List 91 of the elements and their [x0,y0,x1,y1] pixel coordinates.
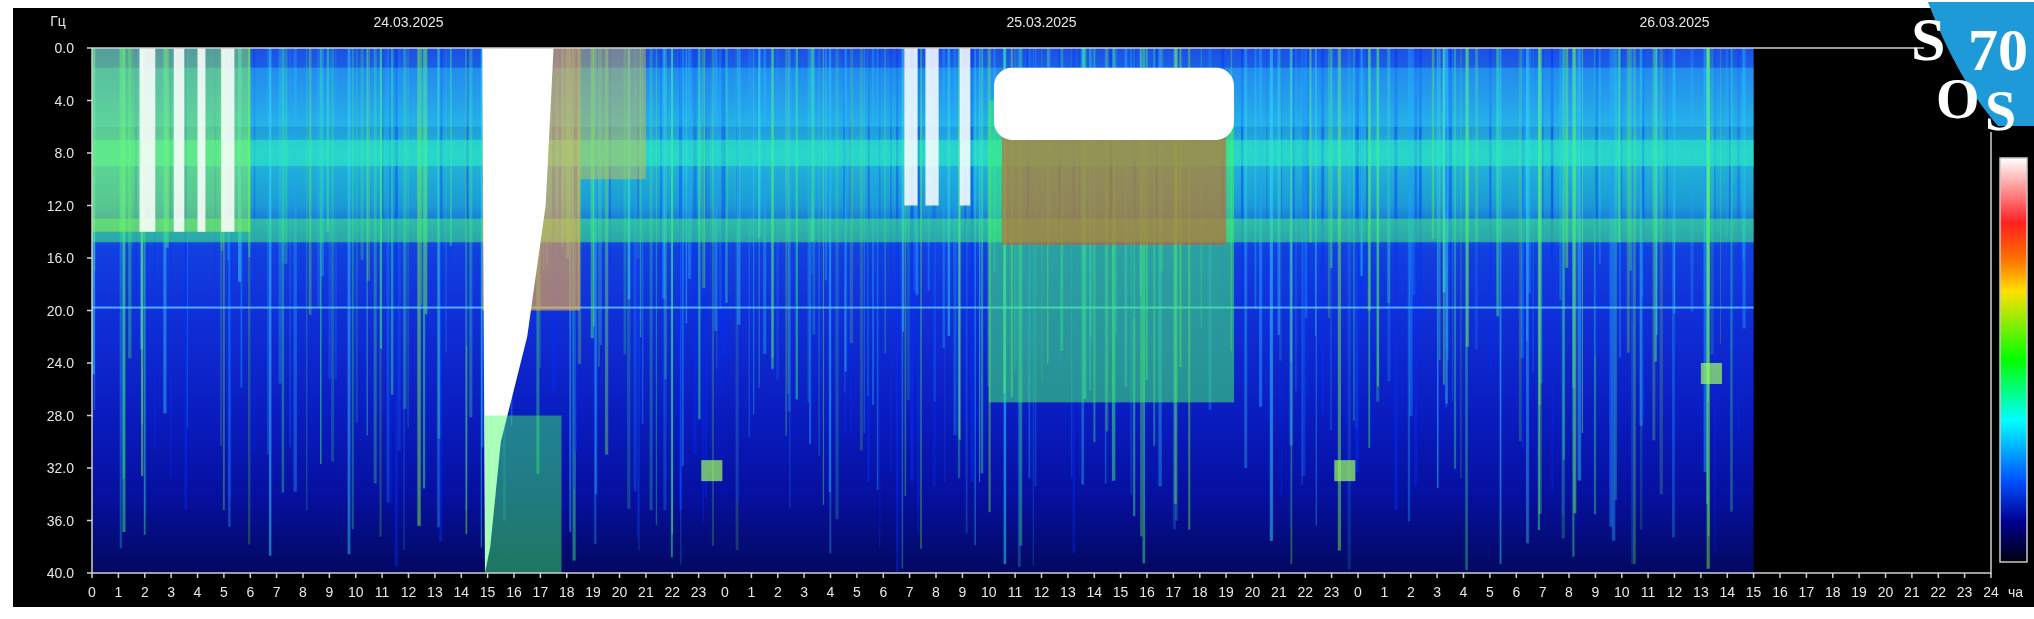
x-axis-label: 17 [1798,584,1815,600]
x-axis-label: 7 [1538,584,1547,600]
x-axis-label: 13 [1060,584,1076,600]
x-axis-label: 0 [88,584,96,600]
x-axis-label: 18 [1825,584,1841,600]
x-axis-label: 23 [1956,584,1973,600]
x-axis-label: 15 [1112,584,1129,600]
x-axis-label: 8 [299,584,307,600]
x-axis-label: 4 [826,584,835,600]
date-label: 25.03.2025 [1006,14,1077,30]
date-label: 24.03.2025 [373,14,444,30]
x-axis-label: 23 [1323,584,1340,600]
x-axis-label: 22 [1930,584,1947,600]
x-axis-label: 16 [1772,584,1788,600]
y-axis-label: 4.0 [54,92,74,109]
x-axis-label: 18 [1192,584,1208,600]
x-axis-label: 16 [1139,584,1155,600]
x-axis-label: 9 [1591,584,1600,600]
x-axis-label: 2 [1406,584,1415,600]
x-axis-label: 20 [1244,584,1261,600]
logo-text: S [1911,5,1946,73]
x-axis-label: 5 [1486,584,1494,600]
x-axis-label: 14 [1086,584,1103,600]
x-axis-label: 13 [1693,584,1709,600]
y-axis-label: 16.0 [46,250,74,266]
x-axis-label: 12 [1666,584,1683,600]
x-axis-label: 15 [1745,584,1762,600]
y-axis-unit: Гц [50,13,66,29]
x-axis-label: 10 [348,584,364,600]
x-axis-label: 19 [1218,584,1234,600]
y-axis-label: 0.0 [54,40,74,56]
x-axis-label: 5 [853,584,861,600]
x-axis-label: 24 [1983,584,1999,600]
x-axis-label: 6 [1512,584,1521,600]
x-axis-label: 3 [167,584,175,600]
x-axis-label: 8 [1565,584,1573,600]
x-axis-label: 22 [1297,584,1314,600]
x-axis-label: 1 [114,584,123,600]
x-axis-label: 18 [559,584,575,600]
x-axis-label: 21 [1271,584,1287,600]
date-label: 26.03.2025 [1639,14,1710,30]
x-axis-label: 0 [1354,584,1362,600]
x-axis-label: 2 [140,584,149,600]
x-axis-label: 7 [272,584,281,600]
x-axis-label: 1 [747,584,756,600]
x-axis-label: 10 [981,584,997,600]
x-axis-label: 13 [427,584,443,600]
x-axis-label: 9 [958,584,967,600]
x-axis-label: 4 [1459,584,1468,600]
x-axis-label: 6 [246,584,255,600]
x-axis-label: 6 [879,584,888,600]
y-axis-label: 36.0 [46,512,74,529]
x-axis-label: 2 [773,584,782,600]
x-axis-label: 1 [1380,584,1389,600]
y-axis-label: 28.0 [46,407,74,424]
x-axis-label: 15 [479,584,496,600]
y-axis-label: 8.0 [54,145,74,161]
x-axis-label: 20 [611,584,628,600]
y-axis-label: 24.0 [46,355,74,371]
x-axis-label: 11 [1007,584,1023,600]
y-axis-label: 40.0 [46,565,74,581]
x-axis-label: 20 [1877,584,1894,600]
x-axis-label: 4 [193,584,202,600]
x-axis-label: 21 [638,584,654,600]
x-axis-label: 12 [400,584,417,600]
x-axis-label: 17 [532,584,549,600]
x-axis-label: 19 [1851,584,1867,600]
x-axis-unit: ча [2008,584,2024,600]
x-axis-label: 16 [506,584,522,600]
x-axis-label: 22 [664,584,681,600]
x-axis-label: 14 [1719,584,1736,600]
x-axis-label: 3 [1433,584,1441,600]
x-axis-label: 21 [1904,584,1920,600]
x-axis-label: 10 [1614,584,1630,600]
x-axis-label: 11 [1640,584,1656,600]
x-axis-label: 12 [1033,584,1050,600]
x-axis-label: 0 [721,584,729,600]
logo-text: 70 [1968,17,2028,83]
x-axis-label: 14 [453,584,470,600]
x-axis-label: 5 [220,584,228,600]
x-axis-label: 17 [1165,584,1182,600]
y-axis-label: 32.0 [46,460,74,476]
y-axis-label: 20.0 [46,302,74,319]
x-axis-label: 7 [905,584,914,600]
x-axis-label: 19 [585,584,601,600]
x-axis-label: 23 [690,584,707,600]
x-axis-label: 9 [325,584,334,600]
y-axis-label: 12.0 [46,197,74,214]
x-axis-label: 11 [374,584,390,600]
x-axis-label: 8 [932,584,940,600]
x-axis-label: 3 [800,584,808,600]
